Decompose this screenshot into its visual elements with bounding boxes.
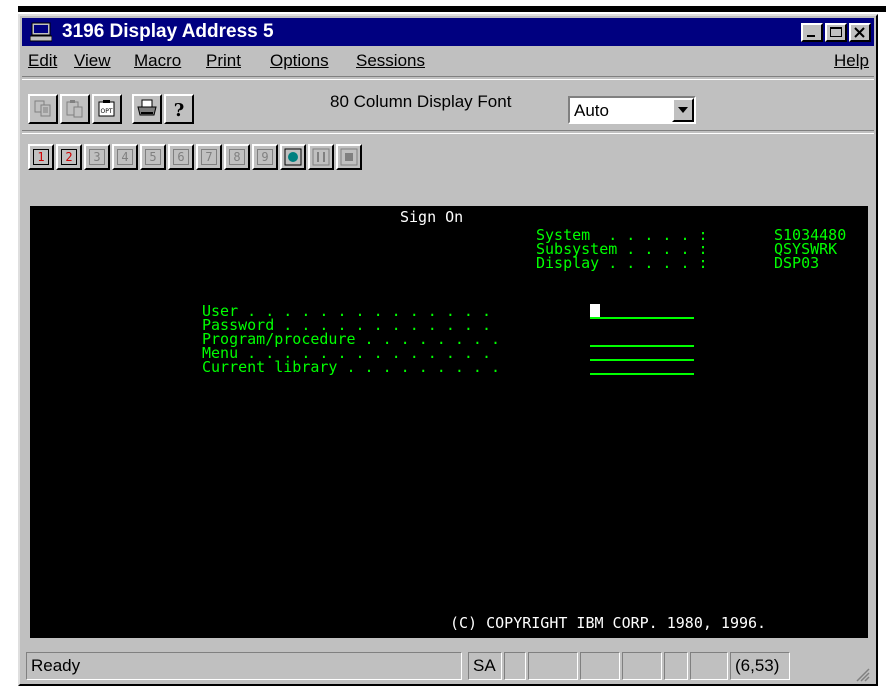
menu-options[interactable]: Options [270,52,329,70]
record-button[interactable] [280,144,306,170]
status-ready: Ready [26,652,462,680]
svg-text:OPT: OPT [100,108,112,115]
stop-button[interactable] [336,144,362,170]
paste-button[interactable] [60,94,90,124]
stop-icon [340,148,358,166]
display-value: DSP03 [774,254,820,272]
status-bar: Ready SA (6,53) [22,644,874,684]
font-select-value: Auto [574,101,609,120]
menu-input[interactable] [590,359,694,361]
top-border [18,6,886,12]
help-button[interactable]: ? [164,94,194,124]
menu-edit[interactable]: Edit [28,52,57,70]
library-input[interactable] [590,373,694,375]
menu-help[interactable]: Help [834,52,869,70]
status-panel-3 [580,652,620,680]
status-panel-1 [504,652,526,680]
menu-macro[interactable]: Macro [134,52,181,70]
session-button-6[interactable]: 6 [168,144,194,170]
title-bar[interactable]: 3196 Display Address 5 [22,18,874,46]
record-icon [284,148,302,166]
session-button-4[interactable]: 4 [112,144,138,170]
program-input[interactable] [590,345,694,347]
resize-grip-icon[interactable] [854,666,870,682]
session-button-7[interactable]: 7 [196,144,222,170]
menu-sessions[interactable]: Sessions [356,52,425,70]
close-button[interactable] [849,23,871,42]
main-toolbar: OPT ? 80 Column Display Font Auto [22,82,874,128]
status-panel-2 [528,652,578,680]
maximize-button[interactable] [825,23,847,42]
font-select[interactable]: Auto [568,96,696,124]
status-mode: SA [468,652,502,680]
display-label: Display . . . . . : [536,254,708,272]
status-panel-6 [690,652,728,680]
screen-heading: Sign On [400,208,464,226]
library-field-label: Current library . . . . . . . . . [202,358,501,376]
menu-print[interactable]: Print [206,52,241,70]
clipboard-options-button[interactable]: OPT [92,94,122,124]
terminal-icon[interactable] [29,22,53,42]
session-button-9[interactable]: 9 [252,144,278,170]
status-cursor-position: (6,53) [730,652,790,680]
session-toolbar: 1 2 3 4 5 6 7 8 9 [22,132,874,204]
window-title: 3196 Display Address 5 [62,21,274,42]
pause-button[interactable] [308,144,334,170]
svg-text:?: ? [174,100,185,119]
copyright-notice: (C) COPYRIGHT IBM CORP. 1980, 1996. [450,614,767,632]
text-cursor [590,304,600,317]
session-button-8[interactable]: 8 [224,144,250,170]
menu-separator [22,76,874,80]
session-button-1[interactable]: 1 [28,144,54,170]
print-button[interactable] [132,94,162,124]
status-panel-5 [664,652,688,680]
menu-bar: Edit View Macro Print Options Sessions H… [22,48,874,74]
pause-icon [312,148,330,166]
user-input[interactable] [590,317,694,319]
chevron-down-icon [678,107,688,113]
font-label: 80 Column Display Font [330,92,512,111]
menu-view[interactable]: View [74,52,111,70]
minimize-button[interactable] [801,23,823,42]
session-button-3[interactable]: 3 [84,144,110,170]
session-button-2[interactable]: 2 [56,144,82,170]
emulator-window: 3196 Display Address 5 Edit View Macro P… [18,14,878,686]
session-button-5[interactable]: 5 [140,144,166,170]
font-select-dropdown-button[interactable] [672,98,694,122]
copy-button[interactable] [28,94,58,124]
terminal-screen[interactable]: Sign On System . . . . . : S1034480 Subs… [30,206,868,638]
status-panel-4 [622,652,662,680]
